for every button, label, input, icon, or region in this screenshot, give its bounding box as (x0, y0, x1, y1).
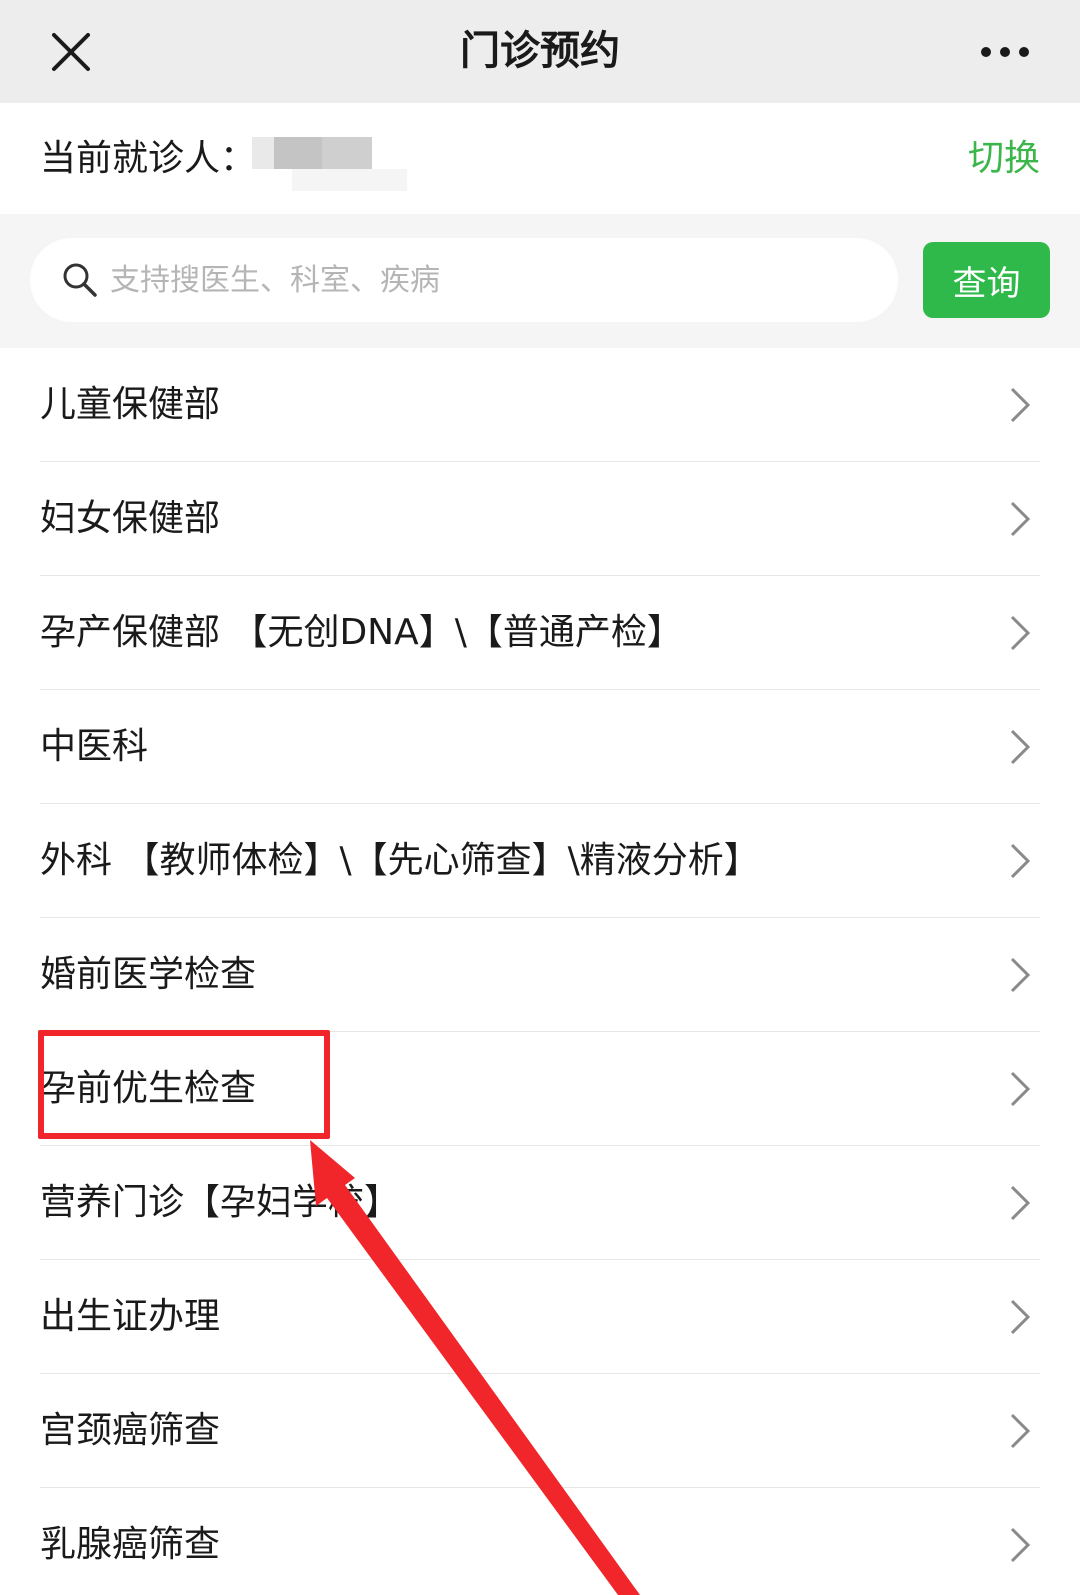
department-label: 宫颈癌筛查 (40, 1410, 221, 1451)
close-button[interactable] (40, 22, 102, 82)
department-label: 外科 【教师体检】\【先心筛查】\精液分析】 (40, 840, 760, 881)
current-patient-label: 当前就诊人： (40, 138, 257, 179)
department-item[interactable]: 婚前医学检查 (40, 918, 1040, 1032)
chevron-right-icon (1010, 1299, 1031, 1335)
department-label: 孕产保健部 【无创DNA】\【普通产检】 (40, 612, 683, 653)
close-icon (52, 33, 90, 71)
department-item[interactable]: 儿童保健部 (40, 348, 1040, 462)
more-button[interactable] (970, 30, 1040, 74)
search-input[interactable] (110, 238, 870, 322)
department-item[interactable]: 营养门诊【孕妇学校】 (40, 1146, 1040, 1260)
chevron-right-icon (1010, 843, 1031, 879)
chevron-right-icon (1010, 387, 1031, 423)
chevron-right-icon (1010, 501, 1031, 537)
chevron-right-icon (1010, 615, 1031, 651)
query-button[interactable]: 查询 (923, 242, 1050, 318)
department-item[interactable]: 乳腺癌筛查 (40, 1488, 1040, 1595)
search-box[interactable] (30, 238, 898, 322)
title-bar: 门诊预约 (0, 0, 1080, 103)
department-item[interactable]: 中医科 (40, 690, 1040, 804)
department-label: 出生证办理 (40, 1296, 221, 1337)
patient-name-redacted (252, 133, 412, 191)
department-item[interactable]: 宫颈癌筛查 (40, 1374, 1040, 1488)
department-label: 中医科 (40, 726, 149, 767)
current-patient-row: 当前就诊人： 切换 (0, 103, 1080, 214)
department-item[interactable]: 孕前优生检查 (40, 1032, 1040, 1146)
chevron-right-icon (1010, 1527, 1031, 1563)
department-item[interactable]: 妇女保健部 (40, 462, 1040, 576)
chevron-right-icon (1010, 1185, 1031, 1221)
chevron-right-icon (1010, 1413, 1031, 1449)
department-item[interactable]: 孕产保健部 【无创DNA】\【普通产检】 (40, 576, 1040, 690)
department-label: 儿童保健部 (40, 384, 221, 425)
chevron-right-icon (1010, 957, 1031, 993)
department-label: 妇女保健部 (40, 498, 221, 539)
department-item[interactable]: 外科 【教师体检】\【先心筛查】\精液分析】 (40, 804, 1040, 918)
chevron-right-icon (1010, 1071, 1031, 1107)
department-label: 营养门诊【孕妇学校】 (40, 1182, 401, 1223)
app-root: 门诊预约 当前就诊人： 切换 查询 儿童保健部 (0, 0, 1080, 1595)
chevron-right-icon (1010, 729, 1031, 765)
department-item[interactable]: 出生证办理 (40, 1260, 1040, 1374)
search-icon (63, 263, 97, 297)
page-title: 门诊预约 (460, 28, 620, 74)
department-label: 婚前医学检查 (40, 954, 257, 995)
switch-patient-link[interactable]: 切换 (968, 103, 1040, 214)
more-dots-icon (981, 47, 1029, 57)
department-list: 儿童保健部 妇女保健部 孕产保健部 【无创DNA】\【普通产检】 中医科 外科 … (0, 348, 1080, 1595)
department-label: 孕前优生检查 (40, 1068, 257, 1109)
search-area: 查询 (0, 214, 1080, 348)
department-label: 乳腺癌筛查 (40, 1524, 221, 1565)
